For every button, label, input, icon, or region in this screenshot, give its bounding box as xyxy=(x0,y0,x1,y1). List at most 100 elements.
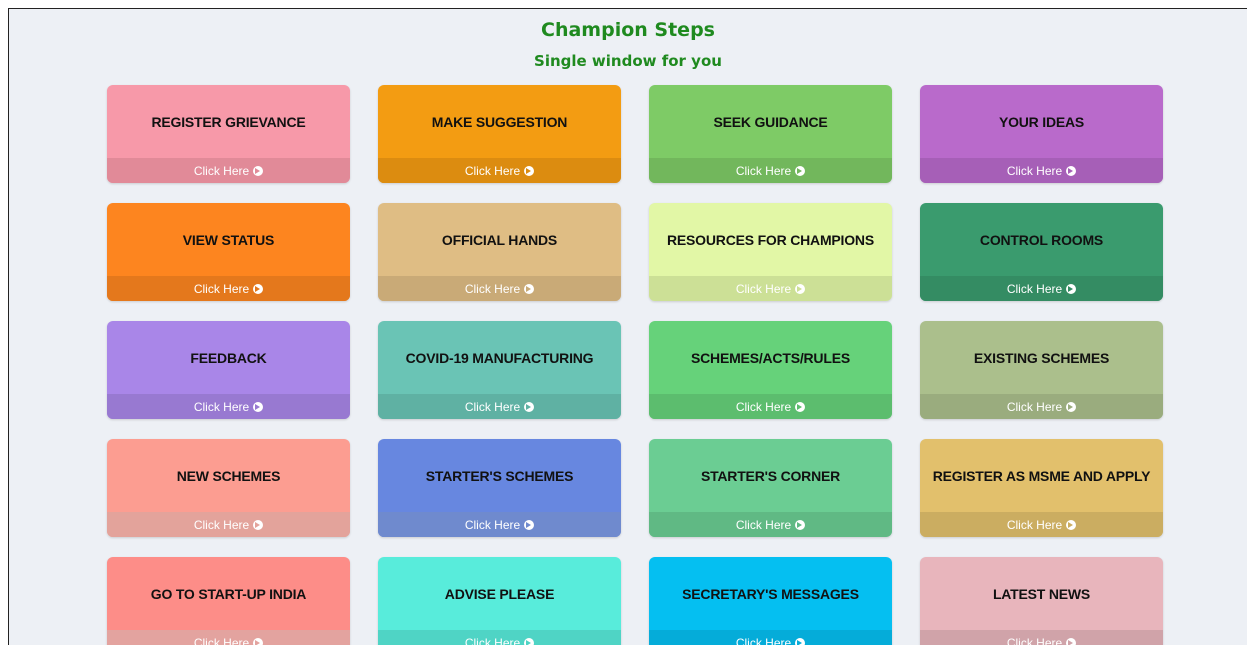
click-here-label: Click Here xyxy=(193,163,250,178)
click-here-label: Click Here xyxy=(735,517,792,532)
arrow-circle-right-icon xyxy=(253,519,264,530)
card-control-rooms[interactable]: CONTROL ROOMS Click Here xyxy=(920,203,1163,301)
click-here-link[interactable]: Click Here xyxy=(920,512,1163,537)
card-official-hands[interactable]: OFFICIAL HANDS Click Here xyxy=(378,203,621,301)
arrow-circle-right-icon xyxy=(1066,401,1077,412)
click-here-link[interactable]: Click Here xyxy=(920,158,1163,183)
click-here-link[interactable]: Click Here xyxy=(920,276,1163,301)
card-title: SEEK GUIDANCE xyxy=(713,113,828,130)
arrow-circle-right-icon xyxy=(795,165,806,176)
card-advise-please[interactable]: ADVISE PLEASE Click Here xyxy=(378,557,621,645)
arrow-circle-right-icon xyxy=(1066,519,1077,530)
click-here-label: Click Here xyxy=(1006,635,1063,645)
arrow-circle-right-icon xyxy=(795,283,806,294)
click-here-label: Click Here xyxy=(1006,281,1063,296)
click-here-link[interactable]: Click Here xyxy=(649,158,892,183)
click-here-label: Click Here xyxy=(735,163,792,178)
arrow-circle-right-icon xyxy=(524,401,535,412)
card-your-ideas[interactable]: YOUR IDEAS Click Here xyxy=(920,85,1163,183)
click-here-link[interactable]: Click Here xyxy=(649,630,892,645)
arrow-circle-right-icon xyxy=(253,165,264,176)
click-here-label: Click Here xyxy=(464,517,521,532)
page-title: Champion Steps xyxy=(541,19,715,41)
click-here-link[interactable]: Click Here xyxy=(649,276,892,301)
card-schemes-acts-rules[interactable]: SCHEMES/ACTS/RULES Click Here xyxy=(649,321,892,419)
card-secretary-s-messages[interactable]: SECRETARY'S MESSAGES Click Here xyxy=(649,557,892,645)
arrow-circle-right-icon xyxy=(524,519,535,530)
click-here-link[interactable]: Click Here xyxy=(649,512,892,537)
card-grid: REGISTER GRIEVANCE Click Here MAKE SUGGEST… xyxy=(107,85,1163,645)
click-here-label: Click Here xyxy=(1006,163,1063,178)
card-make-suggestion[interactable]: MAKE SUGGESTION Click Here xyxy=(378,85,621,183)
page-subtitle: Single window for you xyxy=(534,52,722,70)
click-here-label: Click Here xyxy=(193,281,250,296)
click-here-link[interactable]: Click Here xyxy=(107,630,350,645)
click-here-link[interactable]: Click Here xyxy=(378,512,621,537)
card-title: GO TO START-UP INDIA xyxy=(150,585,307,602)
click-here-link[interactable]: Click Here xyxy=(378,158,621,183)
arrow-circle-right-icon xyxy=(1066,283,1077,294)
card-title: CONTROL ROOMS xyxy=(979,231,1104,248)
arrow-circle-right-icon xyxy=(1066,165,1077,176)
card-register-grievance[interactable]: REGISTER GRIEVANCE Click Here xyxy=(107,85,350,183)
click-here-label: Click Here xyxy=(193,635,250,645)
content-frame: Champion Steps Single window for you REG… xyxy=(8,8,1247,645)
card-view-status[interactable]: VIEW STATUS Click Here xyxy=(107,203,350,301)
card-title: FEEDBACK xyxy=(190,349,267,366)
click-here-label: Click Here xyxy=(735,635,792,645)
click-here-link[interactable]: Click Here xyxy=(107,276,350,301)
card-title: MAKE SUGGESTION xyxy=(431,113,568,130)
click-here-label: Click Here xyxy=(464,399,521,414)
card-title: COVID-19 MANUFACTURING xyxy=(405,349,594,366)
card-title: RESOURCES FOR CHAMPIONS xyxy=(667,231,874,248)
arrow-circle-right-icon xyxy=(524,283,535,294)
card-title: OFFICIAL HANDS xyxy=(441,231,558,248)
card-starter-s-schemes[interactable]: STARTER'S SCHEMES Click Here xyxy=(378,439,621,537)
card-title: YOUR IDEAS xyxy=(998,113,1085,130)
card-covid-19-manufacturing[interactable]: COVID-19 MANUFACTURING Click Here xyxy=(378,321,621,419)
card-title: STARTER'S SCHEMES xyxy=(425,467,574,484)
click-here-link[interactable]: Click Here xyxy=(378,276,621,301)
click-here-link[interactable]: Click Here xyxy=(378,630,621,645)
card-new-schemes[interactable]: NEW SCHEMES Click Here xyxy=(107,439,350,537)
card-feedback[interactable]: FEEDBACK Click Here xyxy=(107,321,350,419)
arrow-circle-right-icon xyxy=(253,401,264,412)
click-here-label: Click Here xyxy=(464,163,521,178)
card-seek-guidance[interactable]: SEEK GUIDANCE Click Here xyxy=(649,85,892,183)
arrow-circle-right-icon xyxy=(795,637,806,645)
card-title: EXISTING SCHEMES xyxy=(973,349,1110,366)
card-latest-news[interactable]: LATEST NEWS Click Here xyxy=(920,557,1163,645)
click-here-label: Click Here xyxy=(464,281,521,296)
click-here-link[interactable]: Click Here xyxy=(649,394,892,419)
card-title: VIEW STATUS xyxy=(182,231,275,248)
card-register-as-msme-and-apply[interactable]: REGISTER AS MSME AND APPLY Click Here xyxy=(920,439,1163,537)
card-go-to-start-up-india[interactable]: GO TO START-UP INDIA Click Here xyxy=(107,557,350,645)
card-title: LATEST NEWS xyxy=(992,585,1091,602)
card-existing-schemes[interactable]: EXISTING SCHEMES Click Here xyxy=(920,321,1163,419)
click-here-link[interactable]: Click Here xyxy=(920,394,1163,419)
click-here-label: Click Here xyxy=(193,517,250,532)
arrow-circle-right-icon xyxy=(795,401,806,412)
card-resources-for-champions[interactable]: RESOURCES FOR CHAMPIONS Click Here xyxy=(649,203,892,301)
arrow-circle-right-icon xyxy=(524,637,535,645)
arrow-circle-right-icon xyxy=(524,165,535,176)
card-title: REGISTER AS MSME AND APPLY xyxy=(932,467,1151,484)
click-here-label: Click Here xyxy=(193,399,250,414)
card-title: SCHEMES/ACTS/RULES xyxy=(691,349,850,366)
card-starter-s-corner[interactable]: STARTER'S CORNER Click Here xyxy=(649,439,892,537)
arrow-circle-right-icon xyxy=(1066,637,1077,645)
click-here-label: Click Here xyxy=(1006,399,1063,414)
arrow-circle-right-icon xyxy=(253,283,264,294)
click-here-label: Click Here xyxy=(464,635,521,645)
card-title: REGISTER GRIEVANCE xyxy=(151,113,306,130)
click-here-link[interactable]: Click Here xyxy=(107,512,350,537)
click-here-label: Click Here xyxy=(735,399,792,414)
click-here-link[interactable]: Click Here xyxy=(107,394,350,419)
click-here-link[interactable]: Click Here xyxy=(920,630,1163,645)
click-here-link[interactable]: Click Here xyxy=(378,394,621,419)
click-here-label: Click Here xyxy=(735,281,792,296)
card-title: STARTER'S CORNER xyxy=(700,467,841,484)
arrow-circle-right-icon xyxy=(253,637,264,645)
click-here-label: Click Here xyxy=(1006,517,1063,532)
click-here-link[interactable]: Click Here xyxy=(107,158,350,183)
